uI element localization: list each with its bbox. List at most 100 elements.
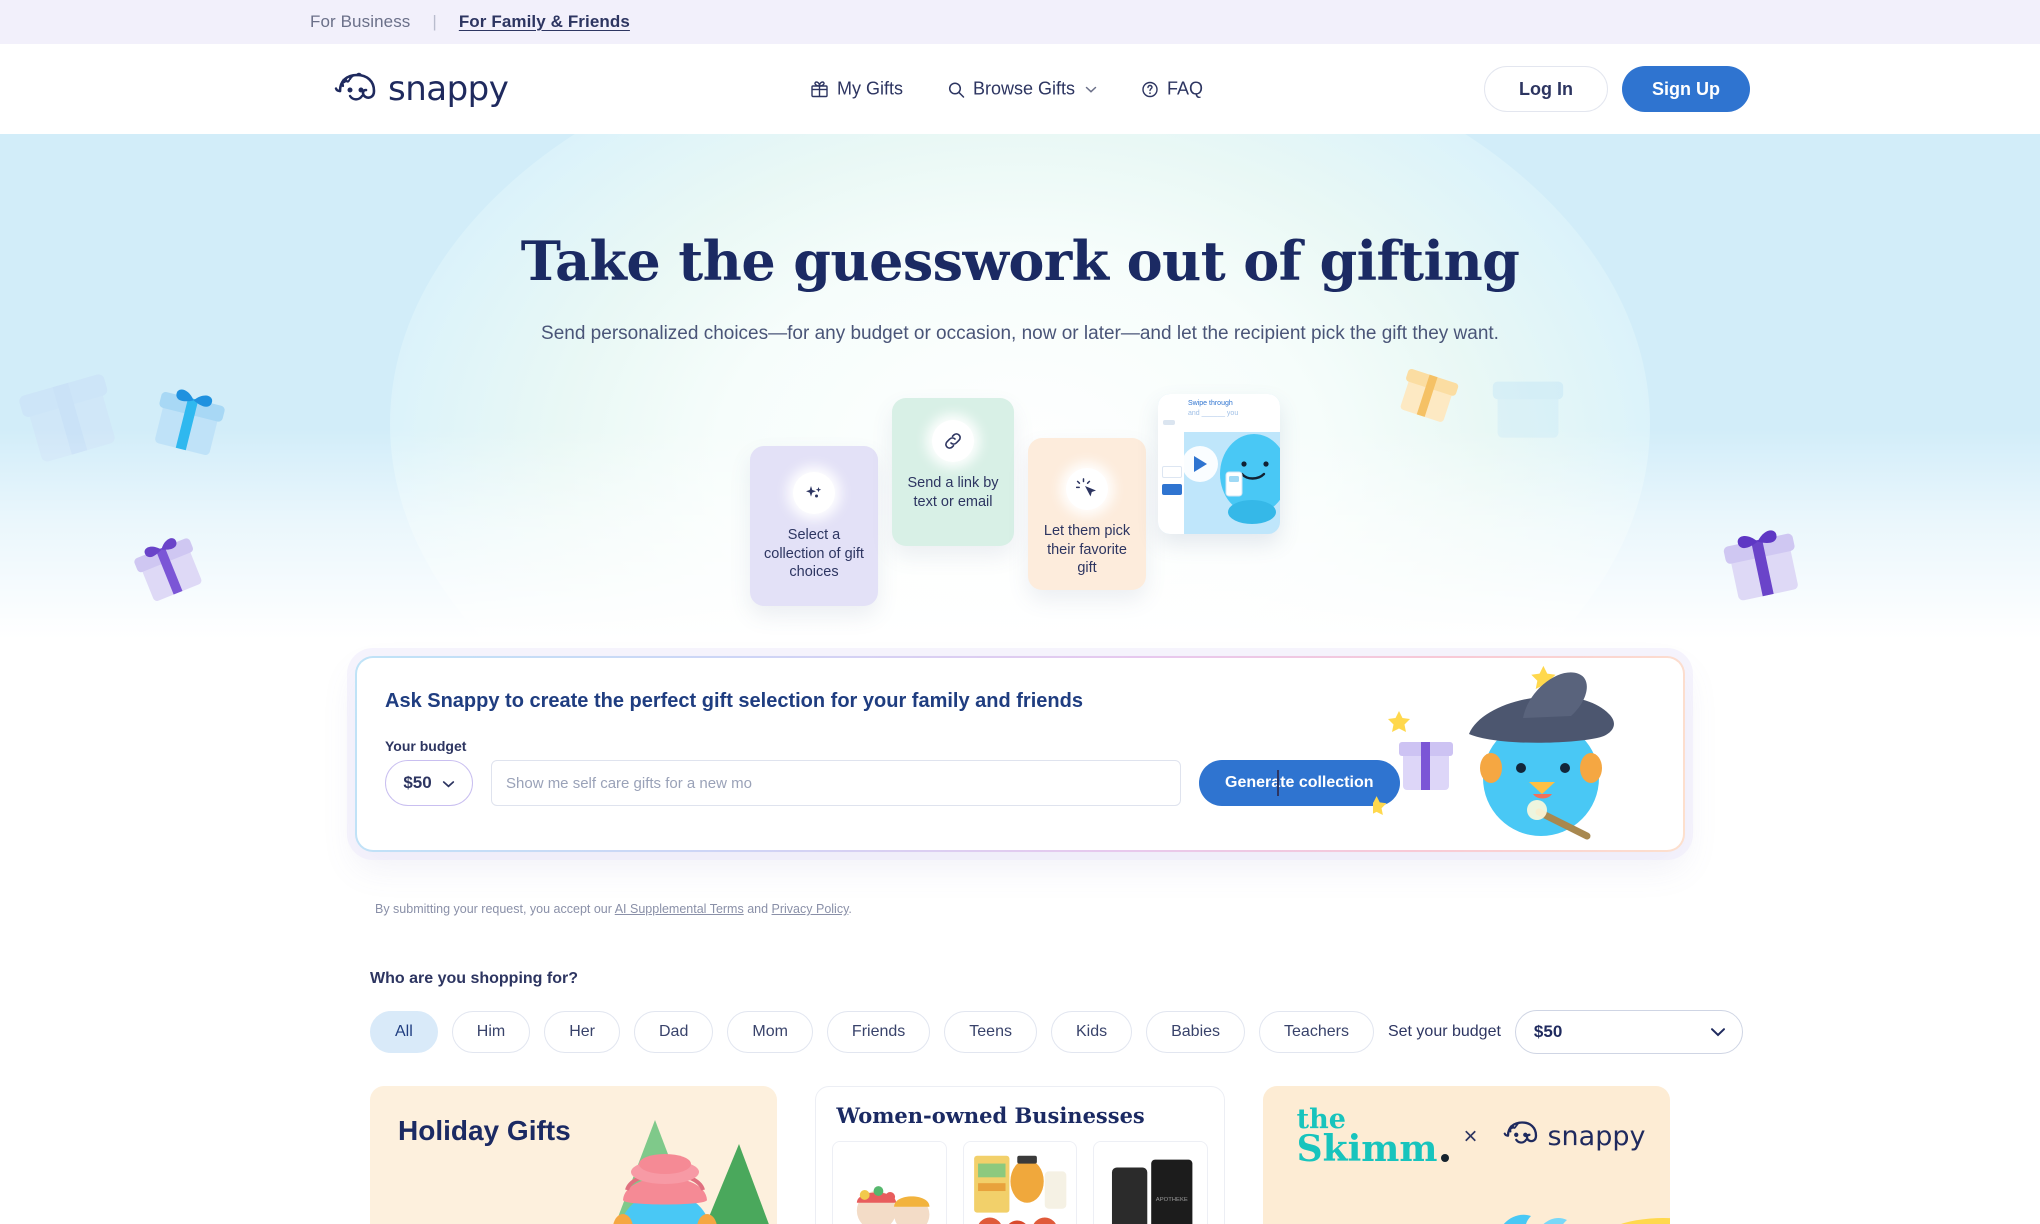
theskimm-illustration [1503, 1214, 1670, 1224]
wizard-snappy-illustration [1373, 665, 1614, 840]
topbar-link-family-friends[interactable]: For Family & Friends [459, 12, 630, 32]
promo-card-theskimm[interactable]: the Skimm × snappy [1262, 1086, 1670, 1224]
snappy-ai-panel: Ask Snappy to create the perfect gift se… [355, 656, 1685, 852]
nav-label-my-gifts: My Gifts [837, 78, 903, 99]
nav-item-my-gifts[interactable]: My Gifts [810, 79, 903, 100]
terms-suffix: . [848, 902, 852, 916]
step-label-2: Send a link by text or email [907, 475, 999, 510]
site-header: snappy My Gifts Browse Gifts FAQ Log In … [0, 44, 2040, 134]
chip-teens[interactable]: Teens [944, 1011, 1037, 1053]
step-label-1: Select a collection of gift choices [764, 527, 864, 581]
step-label-3: Let them pick their favorite gift [1043, 523, 1131, 577]
gift-box-small [1399, 742, 1453, 790]
chevron-down-icon [1710, 1022, 1726, 1042]
nav-item-browse-gifts[interactable]: Browse Gifts [947, 79, 1097, 100]
snappy-bird-illustration [1220, 434, 1280, 524]
promo-title-women-owned: Women-owned Businesses [836, 1103, 1145, 1128]
play-icon[interactable] [1182, 446, 1218, 482]
nav-label-browse-gifts: Browse Gifts [973, 78, 1076, 99]
chip-him[interactable]: Him [451, 1011, 531, 1053]
step-card-send-link[interactable]: Send a link by text or email [892, 398, 1014, 546]
hero-subtitle: Send personalized choices—for any budget… [541, 323, 1499, 344]
chip-mom[interactable]: Mom [727, 1011, 813, 1053]
theskimm-logo: the Skimm [1297, 1106, 1450, 1167]
sign-up-button[interactable]: Sign Up [1622, 66, 1750, 112]
promo-card-holiday-gifts[interactable]: Holiday Gifts [370, 1086, 778, 1224]
question-circle-icon [1141, 80, 1159, 98]
hero-copy: Take the guesswork out of gifting Send p… [0, 134, 2040, 345]
budget-select-value: $50 [1533, 1022, 1563, 1041]
cursor-click-icon [1066, 468, 1108, 510]
product-thumbnail-2[interactable] [962, 1141, 1078, 1224]
promo-card-women-owned[interactable]: Women-owned Businesses APOTHEKE [815, 1086, 1225, 1224]
link-icon [932, 420, 974, 462]
budget-label: Your budget [385, 738, 467, 754]
page-title: Take the guesswork out of gifting [520, 229, 1520, 293]
ai-prompt-input[interactable] [491, 760, 1181, 806]
shopping-filters: Who are you shopping for? All Him Her Da… [370, 970, 1743, 1054]
floating-gift-icon-5 [1486, 364, 1570, 444]
chevron-down-icon [1085, 85, 1097, 93]
snappy-face-icon [334, 72, 380, 106]
shopping-for-question: Who are you shopping for? [370, 970, 578, 987]
budget-selector-group: Set your budget $50 [1388, 1010, 1743, 1054]
nav-item-faq[interactable]: FAQ [1141, 79, 1203, 100]
sparkle-icon [793, 472, 835, 514]
snappy-ai-heading: Ask Snappy to create the perfect gift se… [385, 690, 1083, 712]
nav-label-faq: FAQ [1167, 78, 1204, 99]
chip-friends[interactable]: Friends [826, 1011, 931, 1053]
product-thumbnail-3[interactable]: APOTHEKE [1093, 1141, 1208, 1224]
chip-kids[interactable]: Kids [1050, 1011, 1133, 1053]
budget-select[interactable]: $50 [1514, 1010, 1743, 1054]
snappy-face-icon [1503, 1120, 1541, 1153]
budget-value: $50 [403, 773, 432, 792]
product-thumbnail-1[interactable] [832, 1141, 947, 1224]
step-card-let-them-pick[interactable]: Let them pick their favorite gift [1028, 438, 1146, 590]
utility-topbar: For Business | For Family & Friends [0, 0, 2040, 44]
generate-collection-button[interactable]: Generate collection [1199, 760, 1400, 806]
terms-prefix: By submitting your request, you accept o… [375, 902, 615, 916]
chip-her[interactable]: Her [544, 1011, 620, 1053]
snappy-wordmark: snappy [1547, 1121, 1646, 1153]
promo-title-holiday: Holiday Gifts [398, 1115, 571, 1146]
holiday-illustration [547, 1086, 777, 1224]
chip-babies[interactable]: Babies [1146, 1011, 1246, 1053]
floating-gift-icon-6 [1713, 514, 1812, 610]
theskimm-dot [1441, 1153, 1450, 1162]
svg-text:APOTHEKE: APOTHEKE [1156, 1197, 1188, 1203]
topbar-separator: | [432, 12, 437, 31]
how-it-works-steps: Select a collection of gift choices Send… [740, 388, 1300, 618]
set-budget-label: Set your budget [1387, 1023, 1501, 1040]
video-left-panel [1158, 394, 1184, 534]
text-caret [1277, 770, 1279, 796]
logo-text: snappy [388, 69, 509, 109]
privacy-policy-link[interactable]: Privacy Policy [772, 902, 849, 916]
chip-teachers[interactable]: Teachers [1259, 1011, 1374, 1053]
snappy-ai-section: Snappy AI BETA Ask Snappy to create the … [0, 630, 2040, 916]
main-nav: My Gifts Browse Gifts FAQ [810, 79, 1203, 100]
topbar-link-business[interactable]: For Business [310, 12, 410, 32]
promo-cards: Holiday Gifts Women-owned Businesses APO… [370, 1086, 1670, 1224]
log-in-button[interactable]: Log In [1484, 66, 1608, 112]
chevron-down-icon [442, 773, 455, 793]
step-card-select-collection[interactable]: Select a collection of gift choices [750, 446, 878, 606]
collab-x-icon: × [1463, 1122, 1478, 1150]
header-actions: Log In Sign Up [1484, 66, 1750, 112]
video-caption-line1: Swipe through [1188, 400, 1233, 407]
snappy-ai-form-row: $50 Generate collection [385, 760, 1400, 806]
budget-dropdown[interactable]: $50 [385, 760, 473, 806]
ai-terms-text: By submitting your request, you accept o… [375, 902, 852, 916]
page-root: For Business | For Family & Friends snap… [0, 0, 2040, 1224]
snappy-logo-small: snappy [1503, 1120, 1645, 1153]
audience-chips: All Him Her Dad Mom Friends Teens Kids B… [370, 1010, 1743, 1054]
logo[interactable]: snappy [334, 69, 509, 109]
ai-supplemental-terms-link[interactable]: AI Supplemental Terms [615, 902, 744, 916]
chip-all[interactable]: All [370, 1011, 438, 1053]
search-icon [947, 80, 965, 98]
video-preview-card[interactable]: Swipe through and ______ you [1158, 394, 1280, 534]
promo-brand-lockup: the Skimm × snappy [1297, 1106, 1646, 1167]
promo-thumbnails: APOTHEKE [832, 1141, 1208, 1224]
terms-middle: and [743, 902, 772, 916]
gift-icon [810, 80, 829, 99]
chip-dad[interactable]: Dad [634, 1011, 714, 1053]
